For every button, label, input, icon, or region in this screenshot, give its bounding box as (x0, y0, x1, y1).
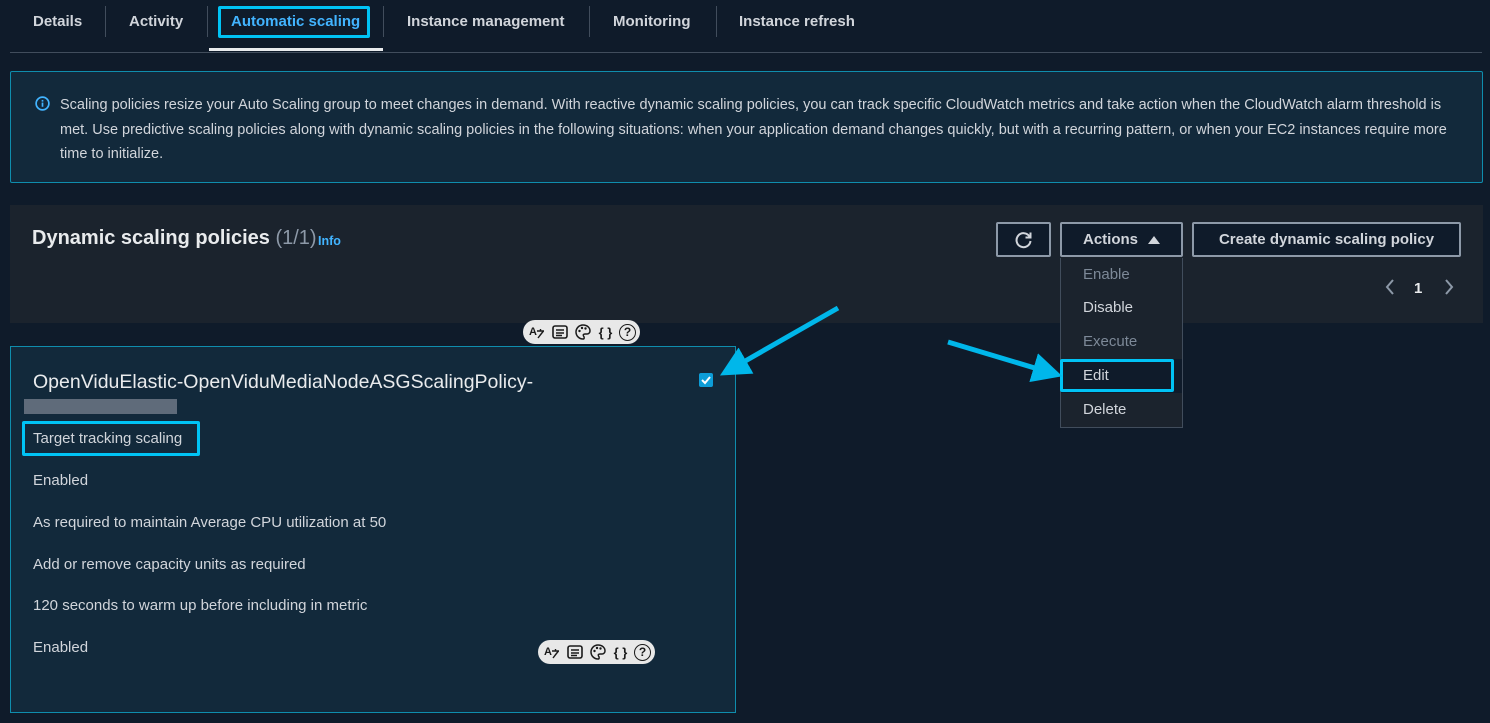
alert-text: Scaling policies resize your Auto Scalin… (60, 97, 1447, 162)
chevron-right-icon[interactable] (1442, 277, 1456, 297)
info-circle-icon (35, 96, 50, 111)
panel-title-text: Dynamic scaling policies (32, 227, 270, 249)
policy-target: As required to maintain Average CPU util… (33, 514, 387, 531)
tab-automatic-scaling[interactable]: Automatic scaling (231, 0, 360, 44)
policy-type: Target tracking scaling (33, 430, 183, 447)
tab-divider (207, 6, 208, 37)
caret-up-icon (1148, 235, 1160, 244)
create-dynamic-scaling-policy-button[interactable]: Create dynamic scaling policy (1192, 222, 1461, 257)
tab-bar: Details Activity Automatic scaling Insta… (10, 0, 1482, 53)
actions-button[interactable]: Actions (1060, 222, 1183, 257)
menu-item-enable: Enable (1083, 266, 1130, 283)
policy-select-checkbox[interactable] (699, 373, 713, 387)
panel-title: Dynamic scaling policies (1/1) (32, 227, 317, 250)
menu-item-disable[interactable]: Disable (1061, 291, 1182, 325)
translate-icon[interactable]: A (527, 323, 546, 342)
tab-details[interactable]: Details (33, 0, 82, 44)
svg-text:A: A (544, 646, 552, 658)
refresh-icon (1015, 231, 1031, 248)
active-tab-indicator (209, 48, 383, 51)
translate-icon[interactable]: A (542, 643, 561, 662)
help-icon[interactable]: ? (619, 323, 636, 341)
actions-dropdown-menu: Enable Disable Execute Edit Delete (1060, 258, 1183, 428)
policy-status: Enabled (33, 472, 89, 489)
policy-scale-in: Enabled (33, 639, 89, 656)
policy-capacity: Add or remove capacity units as required (33, 556, 306, 573)
tab-divider (589, 6, 590, 37)
policy-count: (1/1) (275, 227, 317, 249)
code-braces-icon[interactable]: { } (611, 643, 630, 662)
palette-icon[interactable] (588, 643, 607, 662)
tab-divider (716, 6, 717, 37)
menu-item-delete[interactable]: Delete (1061, 393, 1182, 427)
reader-icon[interactable] (550, 323, 569, 342)
arrow-to-edit (947, 339, 1063, 383)
help-icon[interactable]: ? (634, 643, 651, 661)
svg-text:A: A (529, 326, 537, 338)
checkmark-icon (701, 376, 711, 385)
tab-instance-management[interactable]: Instance management (407, 0, 565, 44)
tab-divider (105, 6, 106, 37)
policy-name: OpenViduElastic-OpenViduMediaNodeASGScal… (33, 371, 534, 393)
code-braces-icon[interactable]: { } (596, 323, 615, 342)
redacted-text (24, 399, 177, 414)
info-link[interactable]: Info (318, 234, 341, 248)
actions-label: Actions (1082, 231, 1138, 248)
palette-icon[interactable] (573, 323, 592, 342)
floating-toolbar: A { } ? (523, 320, 640, 344)
page-number[interactable]: 1 (1414, 280, 1422, 297)
dynamic-scaling-policies-panel: Dynamic scaling policies (1/1) Info Acti… (10, 205, 1483, 323)
tab-divider (383, 6, 384, 37)
policy-warmup: 120 seconds to warm up before including … (33, 597, 368, 614)
info-alert: Scaling policies resize your Auto Scalin… (10, 71, 1483, 183)
menu-item-execute: Execute (1083, 333, 1138, 350)
menu-item-edit[interactable]: Edit (1061, 359, 1182, 393)
tab-instance-refresh[interactable]: Instance refresh (739, 0, 855, 44)
refresh-button[interactable] (996, 222, 1051, 257)
floating-toolbar: A { } ? (538, 640, 655, 664)
tab-monitoring[interactable]: Monitoring (613, 0, 690, 44)
chevron-left-icon[interactable] (1383, 277, 1397, 297)
tab-activity[interactable]: Activity (129, 0, 183, 44)
reader-icon[interactable] (565, 643, 584, 662)
